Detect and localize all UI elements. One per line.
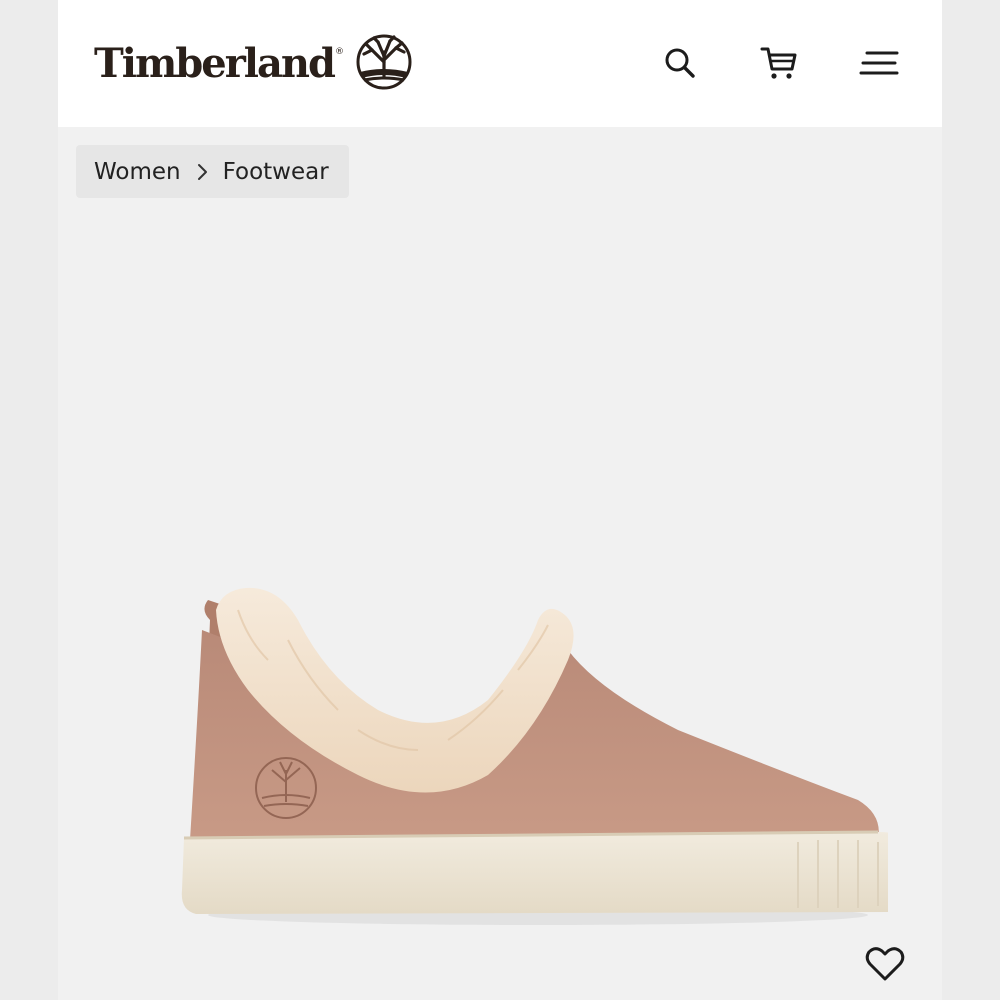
- favorite-button[interactable]: [863, 944, 907, 984]
- breadcrumb-footwear[interactable]: Footwear: [223, 159, 329, 185]
- breadcrumb-women[interactable]: Women: [94, 159, 181, 185]
- heart-icon: [865, 947, 905, 981]
- menu-button[interactable]: [858, 42, 900, 84]
- brand-logo[interactable]: Timberland ®: [94, 28, 414, 98]
- registered-mark: ®: [334, 47, 344, 57]
- shoe-image: [181, 587, 919, 925]
- tree-logo-icon: [354, 32, 414, 94]
- menu-icon: [859, 51, 899, 75]
- breadcrumb: Women Footwear: [76, 145, 349, 198]
- search-button[interactable]: [659, 42, 701, 84]
- brand-name: Timberland: [94, 39, 336, 87]
- cart-icon: [760, 47, 797, 79]
- page-frame: Timberland ® Women Footwear: [58, 0, 942, 1000]
- cart-button[interactable]: [758, 42, 800, 84]
- search-icon: [665, 48, 695, 78]
- chevron-right-icon: [197, 163, 209, 181]
- site-header: Timberland ®: [58, 0, 942, 127]
- product-image[interactable]: [118, 570, 919, 944]
